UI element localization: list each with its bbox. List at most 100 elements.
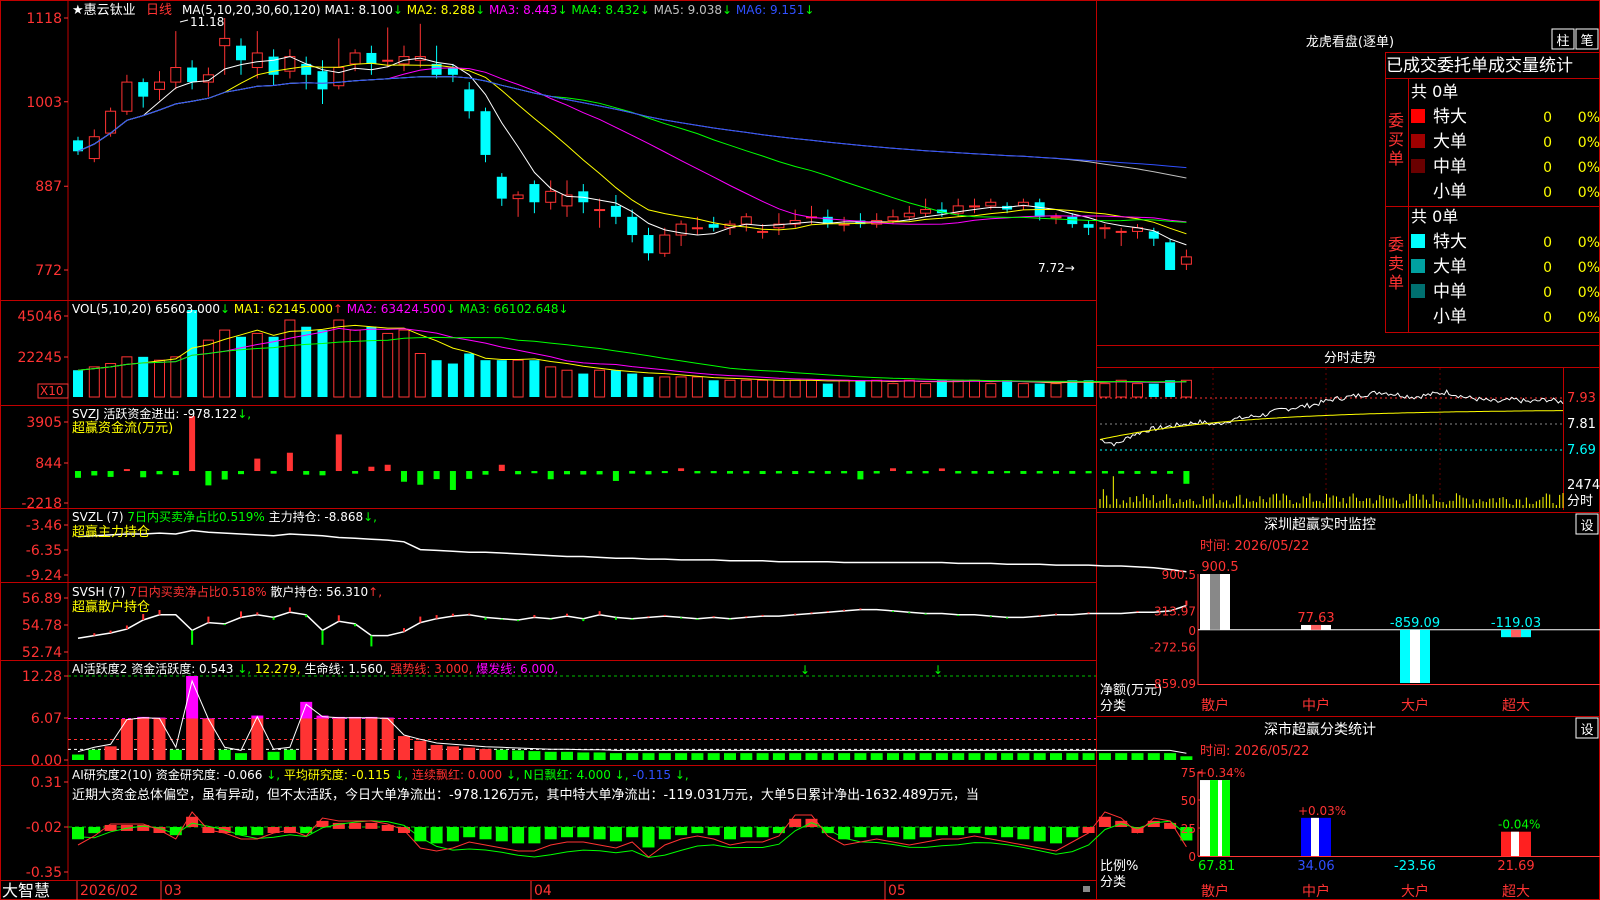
class-settings-label[interactable]: 设 <box>1580 723 1593 738</box>
research-bar-58 <box>1017 827 1030 840</box>
flow-bar-48 <box>857 471 864 480</box>
monitor-tick-0: 900.5 <box>1162 568 1196 582</box>
ai-activity-legend-part-3: 12.279, <box>255 662 305 676</box>
volume-bar-52 <box>920 383 932 398</box>
research-bar-51 <box>903 827 916 840</box>
candle-body-34 <box>627 216 638 236</box>
class-bar-stripe-1 <box>1311 817 1319 856</box>
research-bar-37 <box>675 827 688 836</box>
candle-body-63 <box>1099 227 1111 230</box>
flow-bar-5 <box>156 471 163 475</box>
activity-bar-50 <box>887 753 899 760</box>
activity-bar-38 <box>691 753 704 760</box>
candle-body-18 <box>366 52 377 64</box>
ai2-axis-label-2: -0.35 <box>26 865 62 881</box>
candle-body-23 <box>447 67 458 75</box>
research-bar-17 <box>349 822 362 829</box>
candle-body-28 <box>529 184 540 203</box>
volume-bar-16 <box>333 319 345 398</box>
ma-legend-part-3: MA2: 8.288 <box>407 3 475 17</box>
candle-body-41 <box>740 216 752 225</box>
volume-bar-27 <box>512 359 524 398</box>
candle-body-60 <box>1050 216 1062 219</box>
svsh-legend-part-1: 7日内买卖净占比0.518% <box>129 584 270 599</box>
volume-bar-30 <box>561 369 573 398</box>
activity-bar-18 <box>365 718 378 760</box>
flow-bar-13 <box>286 452 293 472</box>
candle-body-16 <box>333 67 345 87</box>
research-bar-25 <box>479 827 492 840</box>
volume-bar-46 <box>822 383 833 397</box>
ai-research-legend-part-9: -0.115 <box>632 768 675 782</box>
flow-bar-41 <box>743 471 750 474</box>
class-category-1: 中户 <box>1302 883 1330 900</box>
activity-bar-21 <box>414 740 427 760</box>
svzl-legend-part-2: 主力持仓: -8.868 <box>269 509 364 524</box>
tick-mode-label[interactable]: 笔 <box>1580 33 1593 49</box>
flow-bar-61 <box>1069 471 1076 474</box>
price-axis-label-2: 887 <box>35 179 62 195</box>
activity-bar-36 <box>658 753 671 760</box>
monitor-value-0: 900.5 <box>1201 560 1238 575</box>
svzj-legend: SVZJ 活跃资金进出: -978.122↓, <box>72 406 251 421</box>
svzl-legend-part-1: 7日内买卖净占比0.519% <box>127 509 268 524</box>
volume-bar-3 <box>121 356 133 398</box>
candle-body-68 <box>1180 256 1192 265</box>
activity-bar-33 <box>609 753 622 760</box>
activity-bar-41 <box>740 753 753 760</box>
class-category-3: 超大 <box>1502 884 1530 900</box>
activity-bar-12 <box>267 751 280 760</box>
volume-bar-14 <box>301 326 312 397</box>
activity-bar-16 <box>332 718 345 760</box>
ma-legend-part-1: MA1: 8.100 <box>324 3 392 17</box>
date-label-3: 05 <box>888 883 906 899</box>
flow-bar-40 <box>727 471 733 474</box>
ma-line-6 <box>77 76 1187 169</box>
activity-bar-43 <box>772 753 785 760</box>
activity-bar-51 <box>903 753 916 760</box>
activity-bar-15 <box>316 718 329 760</box>
activity-bar-14 <box>300 718 313 760</box>
buy-row-pct-3: 0% <box>1578 185 1600 201</box>
buy-side-label-char-2: 单 <box>1388 149 1404 168</box>
intraday-tick-3: 2474 <box>1567 478 1600 493</box>
class-tick-3: 0 <box>1188 850 1196 864</box>
monitor-settings-label[interactable]: 设 <box>1580 519 1593 534</box>
class-class-label: 分类 <box>1100 875 1126 890</box>
sell-row-count-1: 0 <box>1543 260 1552 276</box>
volume-bar-6 <box>170 356 182 398</box>
research-bar-50 <box>887 827 899 838</box>
bar-mode-label[interactable]: 柱 <box>1556 34 1569 49</box>
sell-total: 共 0单 <box>1411 207 1458 226</box>
volume-bar-32 <box>594 369 606 398</box>
ma-legend-part-10: ↓ <box>722 3 736 17</box>
ai-activity-legend-part-0: AI活跃度2 <box>72 661 131 676</box>
volume-bar-59 <box>1034 383 1045 397</box>
ai-research-legend-part-8: ↓, <box>615 768 633 782</box>
dragon-panel-title: 龙虎看盘(逐单) <box>1306 34 1394 50</box>
activity-bar-68 <box>1180 756 1193 760</box>
ai-research-legend-part-1: 资金研究度: -0.066 <box>156 767 266 782</box>
flow-bar-18 <box>368 466 375 472</box>
sell-row-label-2: 中单 <box>1433 282 1467 302</box>
sell-row-count-2: 0 <box>1543 285 1552 301</box>
activity-bar-42 <box>756 753 769 760</box>
research-bar-22 <box>430 827 443 844</box>
monitor-value-1: 77.63 <box>1297 611 1334 626</box>
activity-bar-4 <box>137 718 150 760</box>
class-bar-stripe-0 <box>1210 780 1218 856</box>
buy-total: 共 0单 <box>1411 82 1458 101</box>
activity-bar-48 <box>854 753 867 760</box>
flow-bar-55 <box>971 471 978 474</box>
volume-bar-49 <box>871 379 883 398</box>
class-title: 深市超赢分类统计 <box>1264 721 1376 738</box>
svzj-axis-label-0: 3905 <box>26 415 62 431</box>
flow-bar-39 <box>710 471 717 474</box>
activity-bar-26 <box>495 749 508 760</box>
activity-bar-32 <box>593 752 606 760</box>
flow-bar-12 <box>270 471 277 474</box>
candle-body-56 <box>985 201 997 207</box>
research-bar-28 <box>528 827 541 844</box>
activity-bar-52 <box>919 753 932 760</box>
monitor-tick-3: -272.56 <box>1150 641 1196 655</box>
